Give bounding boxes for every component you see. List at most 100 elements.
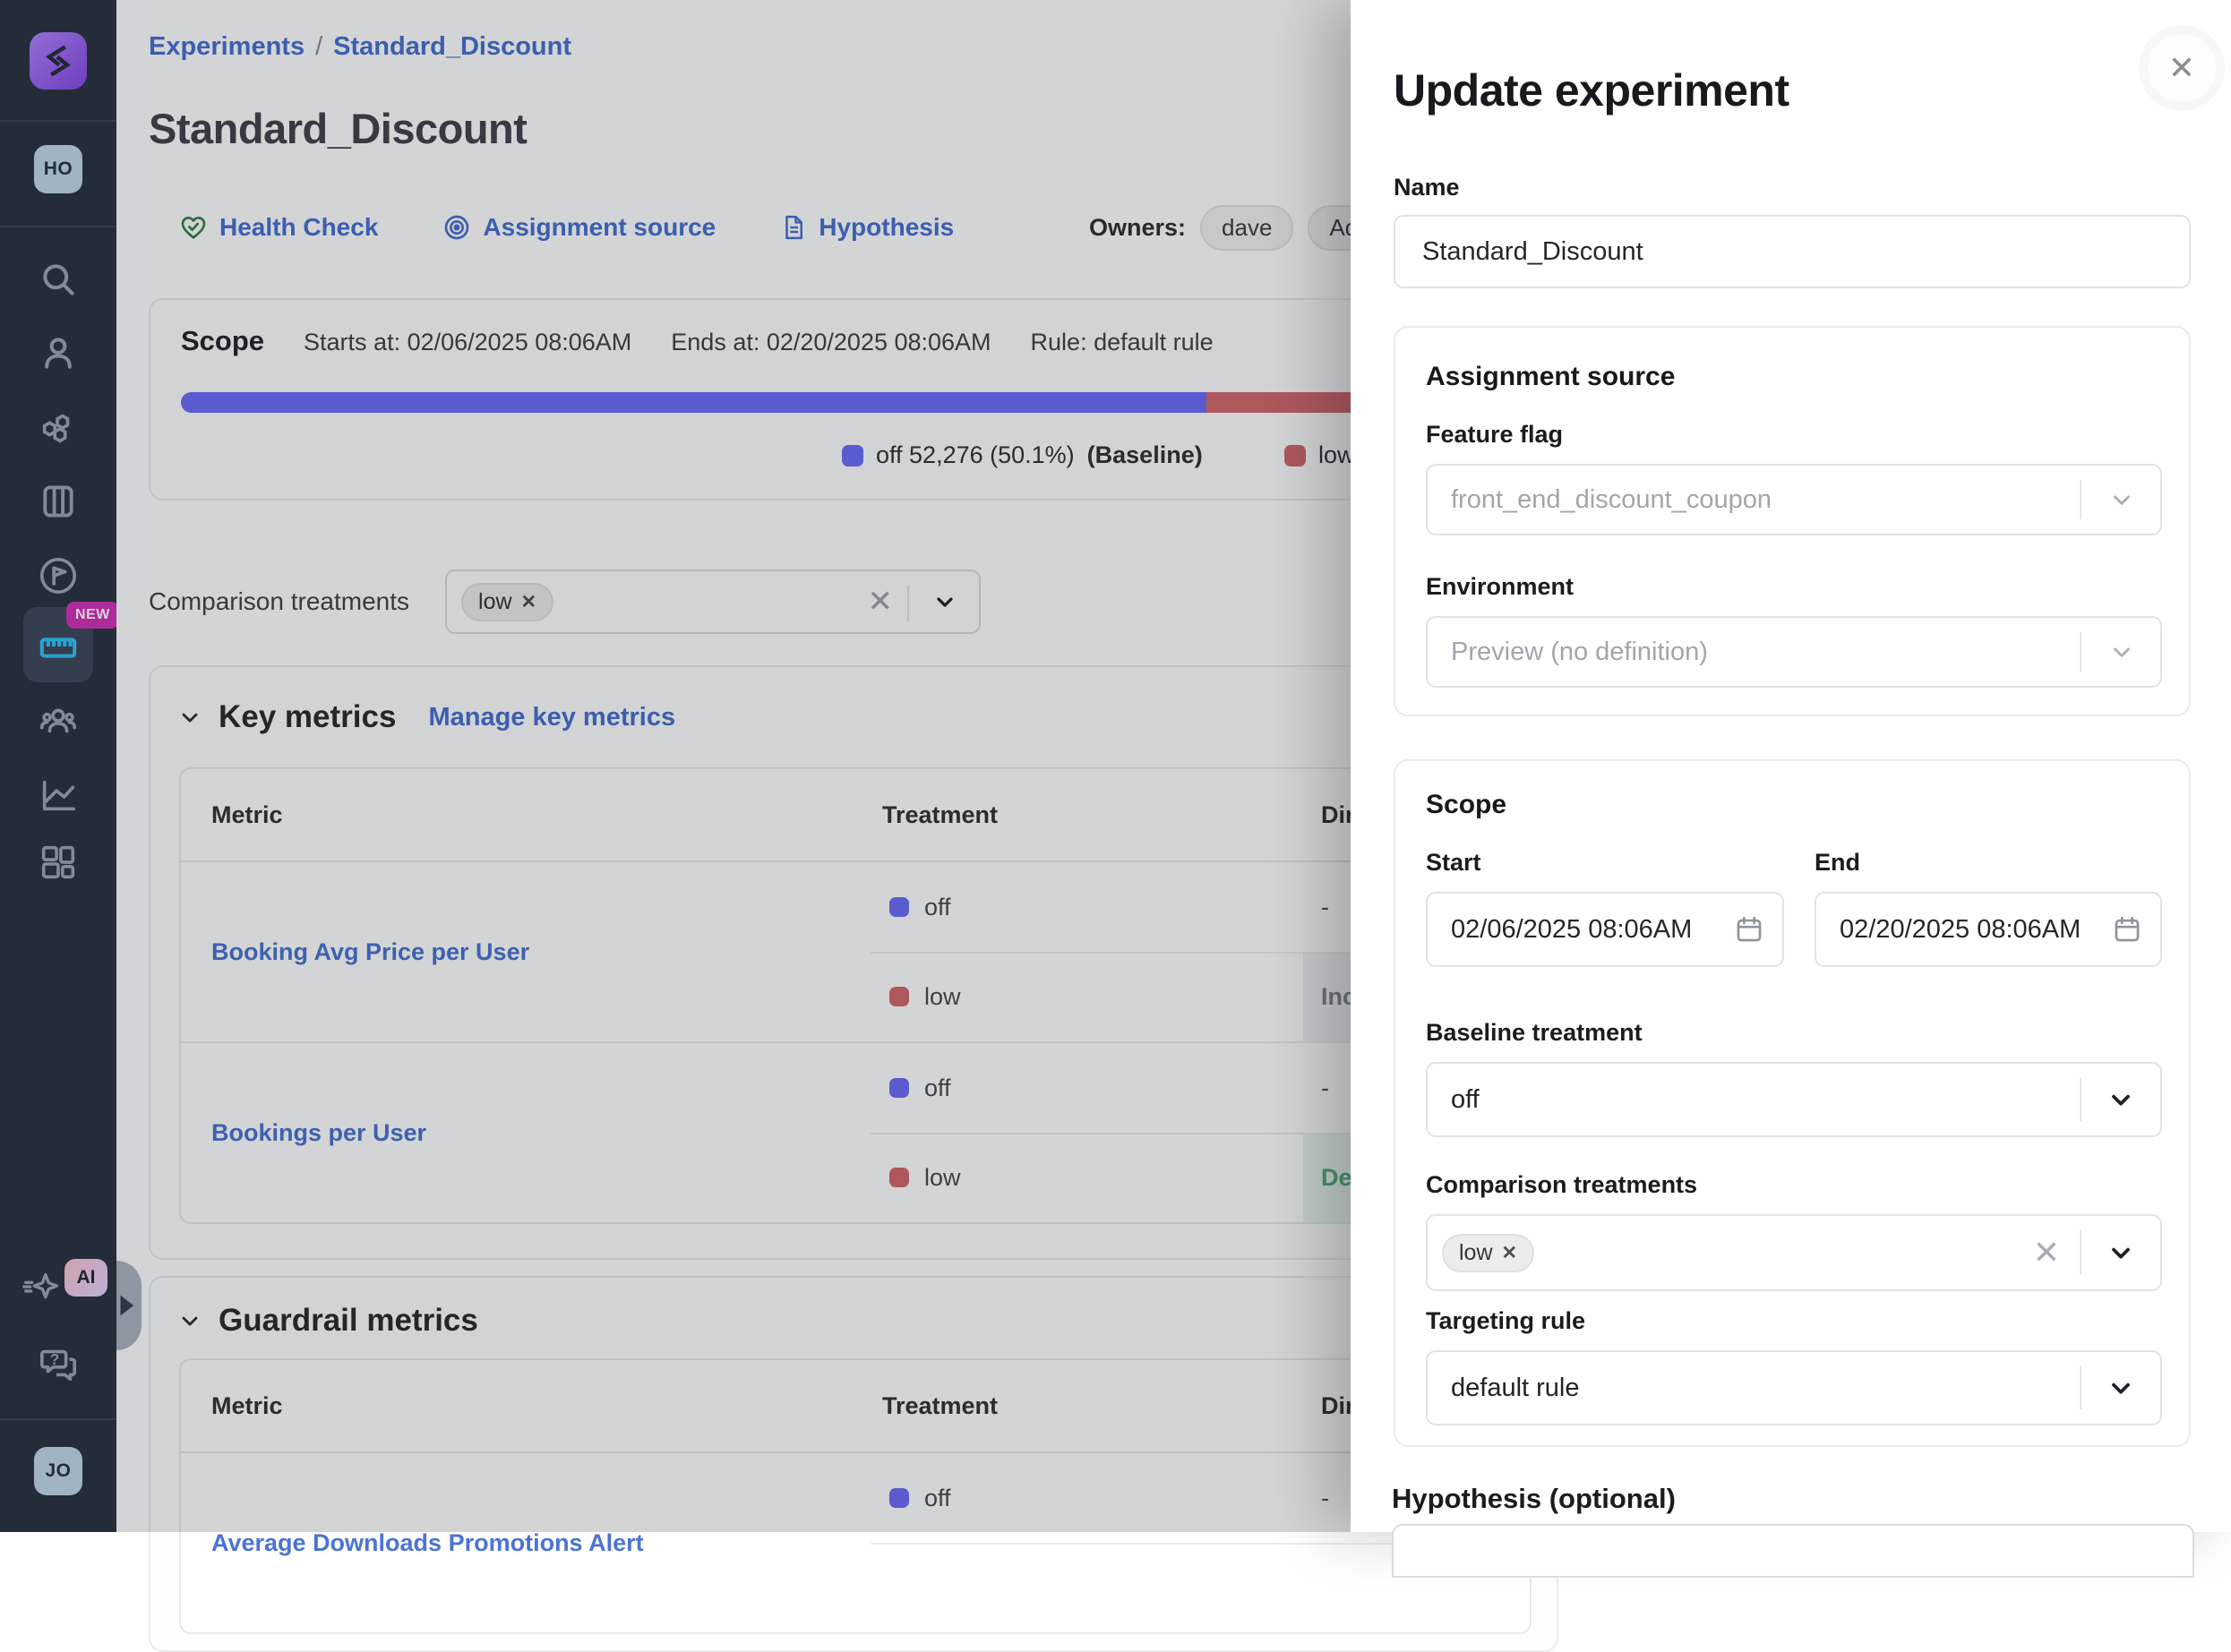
environment-select[interactable]: Preview (no definition): [1426, 616, 2162, 688]
baseline-treatment-select[interactable]: off: [1426, 1062, 2162, 1137]
end-date-input[interactable]: 02/20/2025 08:06AM: [1815, 892, 2162, 967]
manage-key-metrics-link[interactable]: Manage key metrics: [428, 703, 675, 732]
comparison-treatments-row: Comparison treatments low ✕ ✕: [149, 569, 981, 634]
feature-flag-select[interactable]: front_end_discount_coupon: [1426, 464, 2162, 535]
avatar[interactable]: JO: [34, 1447, 82, 1495]
treatment-chip[interactable]: low ✕: [461, 583, 553, 621]
calendar-icon[interactable]: [2112, 914, 2142, 945]
environment-value: Preview (no definition): [1451, 638, 1708, 667]
scope-summary-card: Scope Starts at: 02/06/2025 08:06AM Ends…: [149, 298, 1558, 501]
guardrail-metrics-table: Metric Treatment Direction Average Downl…: [179, 1358, 1532, 1634]
legend-off-label: off 52,276 (50.1%): [876, 441, 1075, 469]
table-row-group: Average Downloads Promotions Alert off -: [181, 1453, 1530, 1632]
scope-starts-at: Starts at: 02/06/2025 08:06AM: [304, 329, 631, 356]
name-value: Standard_Discount: [1422, 237, 1643, 267]
owner-chip[interactable]: dave: [1200, 205, 1293, 251]
comparison-treatments-label: Comparison treatments: [149, 587, 409, 616]
health-check-label: Health Check: [219, 213, 378, 242]
hypothesis-textarea[interactable]: [1392, 1524, 2194, 1578]
hexagons-icon[interactable]: [0, 407, 116, 449]
assignment-source-card: Assignment source Feature flag front_end…: [1394, 326, 2191, 716]
chevron-down-icon[interactable]: [932, 589, 957, 614]
metric-link[interactable]: Average Downloads Promotions Alert: [211, 1529, 644, 1557]
feature-flag-label: Feature flag: [1426, 421, 1563, 449]
name-input[interactable]: Standard_Discount: [1394, 215, 2191, 288]
select-divider: [2080, 1078, 2081, 1121]
assignment-source-title: Assignment source: [1426, 362, 1675, 392]
comparison-treatments-select[interactable]: low ✕ ✕: [445, 569, 981, 634]
calendar-icon[interactable]: [1734, 914, 1764, 945]
treatment-off-swatch: [889, 1078, 909, 1098]
people-group-icon[interactable]: [0, 700, 116, 741]
table-row-group: Booking Avg Price per User off - low Inc…: [181, 862, 1530, 1041]
legend-off-swatch: [842, 445, 863, 466]
allocation-segment-off: [181, 392, 1206, 413]
targeting-rule-label: Targeting rule: [1426, 1307, 1585, 1335]
sidebar: HO NEW AI ? JO: [0, 0, 116, 1532]
collapse-chevron-icon[interactable]: [177, 705, 202, 730]
workspace-badge[interactable]: HO: [34, 145, 82, 193]
treatment-label: low: [924, 983, 961, 1011]
feature-flag-value: front_end_discount_coupon: [1451, 485, 1772, 515]
help-chat-icon[interactable]: ?: [0, 1343, 116, 1384]
breadcrumb-experiments[interactable]: Experiments: [149, 32, 305, 61]
chip-remove-icon[interactable]: ✕: [521, 591, 537, 613]
select-divider: [2080, 632, 2081, 672]
targeting-rule-value: default rule: [1451, 1374, 1580, 1403]
treatment-chip[interactable]: low ✕: [1442, 1234, 1534, 1272]
chip-remove-icon[interactable]: ✕: [1502, 1242, 1518, 1264]
treatment-low-swatch: [889, 1168, 909, 1187]
select-divider: [2080, 480, 2081, 519]
drawer-title: Update experiment: [1394, 64, 1789, 116]
start-date-input[interactable]: 02/06/2025 08:06AM: [1426, 892, 1784, 967]
baseline-treatment-label: Baseline treatment: [1426, 1019, 1643, 1047]
dashboard-grid-icon[interactable]: [0, 842, 116, 883]
assignment-source-label: Assignment source: [483, 213, 716, 242]
chevron-down-icon[interactable]: [2107, 1374, 2135, 1402]
breadcrumb-current[interactable]: Standard_Discount: [333, 32, 571, 61]
chevron-down-icon[interactable]: [2107, 1085, 2135, 1114]
user-icon[interactable]: [0, 333, 116, 372]
chevron-down-icon[interactable]: [2107, 1238, 2135, 1267]
scope-rule: Rule: default rule: [1031, 329, 1214, 356]
clear-icon[interactable]: ✕: [868, 584, 894, 620]
page-title: Standard_Discount: [149, 104, 527, 153]
line-chart-icon[interactable]: [0, 775, 116, 816]
collapse-chevron-icon[interactable]: [177, 1308, 202, 1333]
health-check-link[interactable]: Health Check: [179, 213, 378, 242]
key-metrics-title: Key metrics: [219, 699, 396, 735]
col-treatment: Treatment: [882, 801, 1303, 829]
metric-link[interactable]: Bookings per User: [211, 1119, 426, 1147]
ai-badge: AI: [64, 1259, 107, 1297]
drawer-comparison-select[interactable]: low ✕ ✕: [1426, 1214, 2162, 1291]
flag-circle-icon[interactable]: [0, 555, 116, 596]
metric-link[interactable]: Booking Avg Price per User: [211, 938, 529, 966]
hypothesis-link[interactable]: Hypothesis: [780, 213, 954, 242]
table-header: Metric Treatment Direction: [181, 1360, 1530, 1453]
meta-links: Health Check Assignment source Hypothesi…: [179, 208, 954, 247]
search-icon[interactable]: [0, 260, 116, 299]
drawer-scope-title: Scope: [1426, 790, 1506, 820]
document-icon: [780, 213, 807, 242]
sidebar-divider: [0, 226, 116, 227]
close-icon: ✕: [2168, 49, 2195, 87]
assignment-source-link[interactable]: Assignment source: [442, 213, 716, 242]
end-label: End: [1815, 849, 1860, 877]
close-button[interactable]: ✕: [2139, 25, 2225, 111]
drawer-scope-card: Scope Start End 02/06/2025 08:06AM 02/20…: [1394, 759, 2191, 1447]
new-badge: NEW: [66, 602, 119, 629]
col-treatment: Treatment: [882, 1392, 1303, 1420]
treatment-off-swatch: [889, 897, 909, 917]
heart-check-icon: [179, 213, 208, 242]
targeting-rule-select[interactable]: default rule: [1426, 1350, 2162, 1425]
columns-icon[interactable]: [0, 482, 116, 521]
select-divider: [2080, 1366, 2081, 1409]
main-content: Experiments/Standard_Discount Standard_D…: [116, 0, 1567, 1532]
ruler-icon[interactable]: [0, 627, 116, 668]
drawer-comparison-label: Comparison treatments: [1426, 1171, 1697, 1199]
panel-expander-handle[interactable]: [116, 1261, 142, 1350]
legend-low-label: low: [1318, 441, 1355, 469]
clear-icon[interactable]: ✕: [2033, 1234, 2060, 1271]
treatment-chip-label: low: [478, 589, 512, 615]
brand-logo[interactable]: [30, 32, 87, 90]
